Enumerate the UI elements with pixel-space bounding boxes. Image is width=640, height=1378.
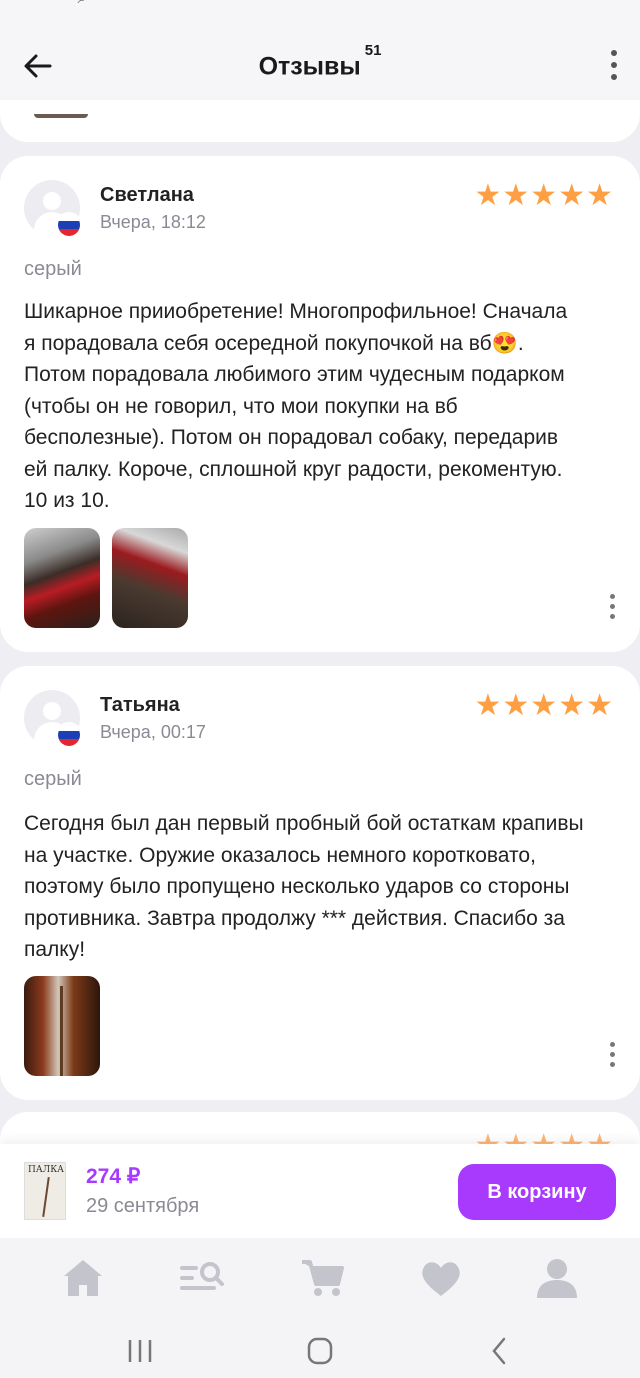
app-header: Отзывы51 bbox=[0, 16, 640, 100]
status-bar: ▪▪▪ ⌕ ▪ ▪ ▪ ▪ ▪ ▪ bbox=[0, 0, 640, 16]
reviewer-name: Светлана bbox=[100, 184, 194, 206]
recent-apps-icon[interactable] bbox=[120, 1336, 160, 1366]
russia-flag-icon bbox=[56, 212, 82, 238]
review-card: Светлана Вчера, 18:12 ★★★★★ серый Шикарн… bbox=[0, 156, 640, 652]
review-photo[interactable] bbox=[24, 976, 100, 1076]
product-price: 274 ₽ bbox=[86, 1165, 141, 1188]
review-photo[interactable] bbox=[112, 528, 188, 628]
review-date: Вчера, 18:12 bbox=[100, 212, 206, 232]
product-thumbnail[interactable]: ПАЛКА bbox=[24, 1162, 66, 1220]
buy-bar: ПАЛКА 274 ₽ 29 сентября В корзину bbox=[0, 1144, 640, 1238]
home-circle-icon[interactable] bbox=[300, 1336, 340, 1366]
page-title-text: Отзывы bbox=[258, 52, 361, 81]
review-options-icon[interactable] bbox=[610, 594, 616, 624]
review-card: Татьяна Вчера, 00:17 ★★★★★ серый Сегодня… bbox=[0, 666, 640, 1100]
product-label: ПАЛКА bbox=[28, 1165, 64, 1175]
product-variant: серый bbox=[24, 258, 82, 280]
more-options-icon[interactable] bbox=[608, 50, 620, 86]
catalog-search-icon[interactable] bbox=[176, 1256, 226, 1300]
review-date: Вчера, 00:17 bbox=[100, 722, 206, 742]
review-text: Сегодня был дан первый пробный бой остат… bbox=[24, 812, 584, 961]
back-chevron-icon[interactable] bbox=[480, 1336, 520, 1366]
previous-photo-edge bbox=[34, 114, 88, 118]
bottom-tab-bar bbox=[0, 1238, 640, 1318]
home-icon[interactable] bbox=[58, 1256, 108, 1300]
heart-icon[interactable] bbox=[416, 1256, 466, 1300]
status-icons-right: ▪ ▪ ▪ ▪ ▪ bbox=[518, 0, 600, 8]
review-options-icon[interactable] bbox=[610, 1042, 616, 1072]
previous-review-card bbox=[0, 100, 640, 142]
profile-icon[interactable] bbox=[532, 1256, 582, 1300]
delivery-date: 29 сентября bbox=[86, 1195, 200, 1217]
product-variant: серый bbox=[24, 768, 82, 790]
rating-stars: ★★★★★ bbox=[474, 689, 614, 722]
review-photo[interactable] bbox=[24, 528, 100, 628]
add-to-cart-button[interactable]: В корзину bbox=[458, 1164, 616, 1220]
status-icons-left: ▪▪▪ ⌕ ▪ bbox=[40, 0, 109, 8]
russia-flag-icon bbox=[56, 722, 82, 748]
reviewer-name: Татьяна bbox=[100, 694, 180, 716]
page-title: Отзывы51 bbox=[0, 42, 640, 81]
system-nav-bar bbox=[0, 1318, 640, 1378]
rating-stars: ★★★★★ bbox=[474, 179, 614, 212]
review-text: Шикарное прииобретение! Многопрофильное!… bbox=[24, 300, 568, 512]
reviews-count: 51 bbox=[364, 42, 382, 59]
cart-icon[interactable] bbox=[298, 1256, 348, 1300]
